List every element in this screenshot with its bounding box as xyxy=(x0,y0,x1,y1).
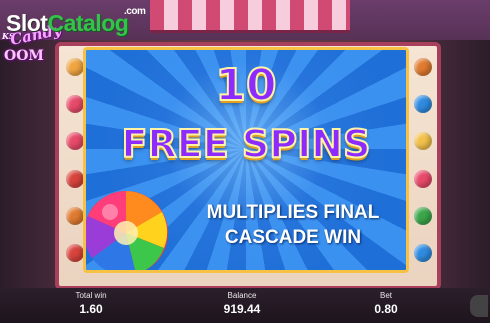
total-win-display: Total win 1.60 xyxy=(62,291,120,316)
candy-icon xyxy=(66,132,84,151)
candy-icon xyxy=(414,244,432,263)
free-spins-message: MULTIPLIES FINAL CASCADE WIN xyxy=(178,200,406,250)
settings-icon[interactable] xyxy=(470,295,488,317)
bet-value: 0.80 xyxy=(374,302,398,316)
bet-display[interactable]: Bet 0.80 xyxy=(362,291,410,316)
total-win-value: 1.60 xyxy=(79,302,103,316)
watermark-tld: .com xyxy=(124,6,146,17)
candy-icon xyxy=(414,206,432,225)
watermark-slot: Slot xyxy=(6,10,48,36)
lollipop-icon xyxy=(86,191,168,270)
candy-icon xyxy=(414,57,432,76)
candy-icon xyxy=(66,244,84,263)
candy-icon xyxy=(66,169,84,188)
candy-icon xyxy=(66,94,84,113)
total-win-label: Total win xyxy=(75,291,107,300)
free-spins-title: FREE SPINS xyxy=(121,122,372,166)
candy-icon xyxy=(414,169,432,188)
balance-display: Balance 919.44 xyxy=(206,291,278,316)
balance-label: Balance xyxy=(227,291,257,300)
message-line-1: MULTIPLIES FINAL xyxy=(206,202,380,223)
bottom-hud: Total win 1.60 Balance 919.44 Bet 0.80 xyxy=(0,288,490,323)
logo-line-2: OOM xyxy=(4,48,44,64)
balance-value: 919.44 xyxy=(223,302,261,316)
slotcatalog-watermark: SlotCatalog .com xyxy=(6,6,146,37)
bet-label: Bet xyxy=(379,291,392,300)
reel-column xyxy=(410,48,436,272)
candy-icon xyxy=(66,57,84,76)
message-line-2: CASCADE WIN xyxy=(224,227,362,248)
free-spins-popup[interactable]: 10 FREE SPINS MULTIPLIES FINAL CASCADE W… xyxy=(83,47,409,273)
candy-icon xyxy=(414,132,432,151)
watermark-catalog: Catalog xyxy=(47,10,129,36)
candy-icon xyxy=(66,206,84,225)
free-spins-count: 10 xyxy=(214,60,277,111)
awning xyxy=(150,0,350,33)
candy-icon xyxy=(414,94,432,113)
